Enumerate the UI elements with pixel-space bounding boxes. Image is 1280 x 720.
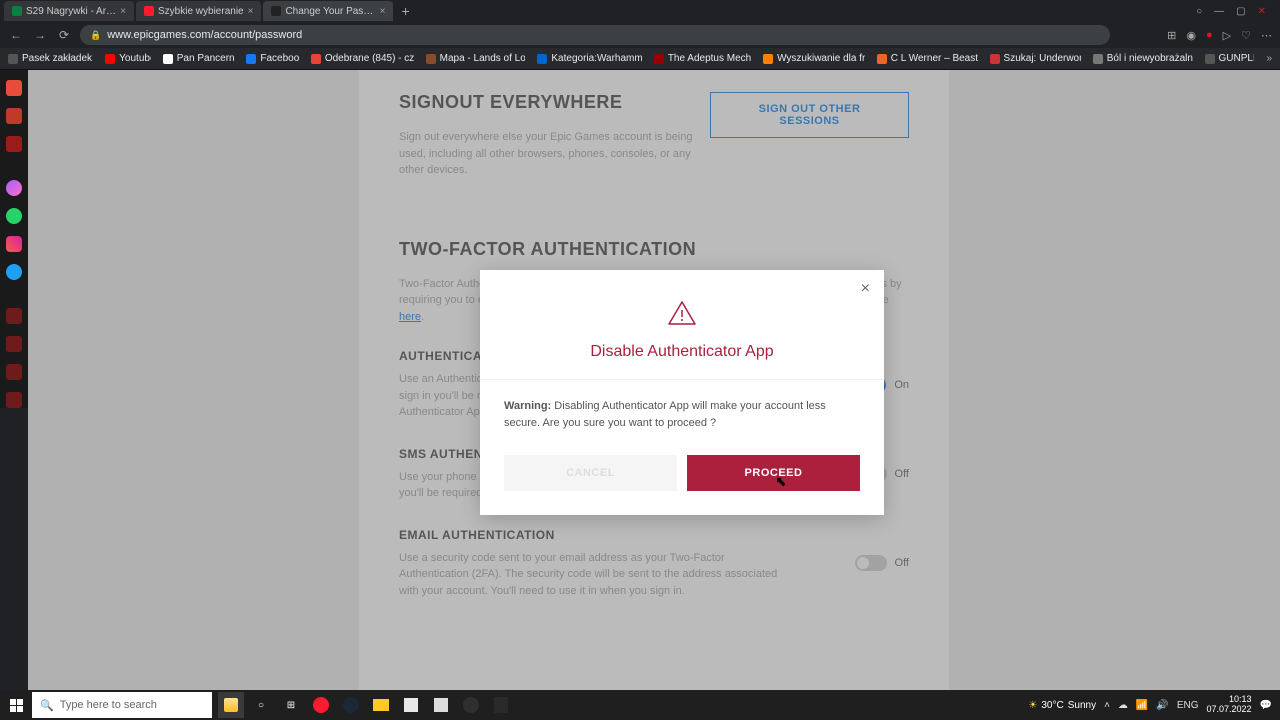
wifi-icon[interactable]: 📶 <box>1136 700 1148 711</box>
disable-authenticator-modal: × Disable Authenticator App Warning: Dis… <box>480 270 884 515</box>
forward-icon[interactable]: → <box>32 28 48 42</box>
tab-title: Change Your Password <box>285 6 375 17</box>
cortana-icon[interactable]: ○ <box>248 692 274 718</box>
reload-icon[interactable]: ⟳ <box>56 28 72 42</box>
bookmarks-bar: Pasek zakładek… Youtube Pan Pancernik Fa… <box>0 48 1280 70</box>
page-viewport: SIGNOUT EVERYWHERE Sign out everywhere e… <box>28 70 1280 690</box>
modal-overlay: × Disable Authenticator App Warning: Dis… <box>28 70 1280 690</box>
bookmark-item[interactable]: C L Werner – Beast… <box>877 53 978 64</box>
bookmark-item[interactable]: Wyszukiwanie dla fr… <box>763 53 865 64</box>
sidebar-icon[interactable] <box>6 392 22 408</box>
lock-icon: 🔒 <box>90 30 101 41</box>
heart-icon[interactable]: ♡ <box>1241 29 1251 42</box>
start-button[interactable] <box>0 690 32 720</box>
back-icon[interactable]: ← <box>8 28 24 42</box>
volume-icon[interactable]: 🔊 <box>1156 700 1168 711</box>
modal-title: Disable Authenticator App <box>500 343 864 361</box>
sidebar-icon[interactable] <box>6 308 22 324</box>
menu-icon[interactable]: ⋯ <box>1261 29 1272 42</box>
bookmark-item[interactable]: The Adeptus Mech… <box>654 53 751 64</box>
instagram-icon[interactable] <box>6 236 22 252</box>
weather-widget[interactable]: ☀30°CSunny <box>1028 700 1096 711</box>
close-icon[interactable]: × <box>120 6 126 17</box>
bookmark-item[interactable]: Ból i niewyobrażaln… <box>1093 53 1193 64</box>
sidebar <box>0 70 28 408</box>
sidebar-icon[interactable] <box>6 136 22 152</box>
bookmarks-overflow-icon[interactable]: » <box>1266 53 1272 64</box>
search-icon[interactable]: ○ <box>1196 6 1202 17</box>
taskbar-app[interactable] <box>398 692 424 718</box>
play-icon[interactable]: ▷ <box>1223 29 1231 42</box>
address-bar: ← → ⟳ 🔒 www.epicgames.com/account/passwo… <box>0 22 1280 48</box>
taskbar-app[interactable] <box>218 692 244 718</box>
browser-tab[interactable]: Change Your Password × <box>263 1 393 21</box>
explorer-icon[interactable] <box>368 692 394 718</box>
tray-chevron-icon[interactable]: ˄ <box>1104 700 1110 711</box>
epic-icon[interactable] <box>488 692 514 718</box>
tab-title: Szybkie wybieranie <box>158 6 244 17</box>
new-tab-button[interactable]: + <box>395 3 415 19</box>
close-window-icon[interactable]: ✕ <box>1258 6 1266 17</box>
sidebar-icon[interactable] <box>6 336 22 352</box>
warning-icon <box>667 300 697 326</box>
bookmark-item[interactable]: Mapa - Lands of Lo… <box>426 53 526 64</box>
twitter-icon[interactable] <box>6 264 22 280</box>
tab-strip: S29 Nagrywki - Arkusze G… × Szybkie wybie… <box>0 0 1280 22</box>
sidebar-icon[interactable] <box>6 108 22 124</box>
sidebar-icon[interactable] <box>6 364 22 380</box>
bookmark-item[interactable]: Facebook <box>246 53 298 64</box>
bookmark-item[interactable]: Kategoria:Warhamm… <box>537 53 641 64</box>
browser-tab[interactable]: S29 Nagrywki - Arkusze G… × <box>4 1 134 21</box>
taskbar-search[interactable]: 🔍 Type here to search <box>32 692 212 718</box>
tab-title: S29 Nagrywki - Arkusze G… <box>26 6 116 17</box>
close-icon[interactable]: × <box>380 6 386 17</box>
close-icon[interactable]: × <box>248 6 254 17</box>
camera-icon[interactable]: ◉ <box>1186 29 1196 42</box>
bookmark-item[interactable]: GUNPLE <box>1205 53 1255 64</box>
cancel-button[interactable]: CANCEL <box>504 455 677 491</box>
taskbar-clock[interactable]: 10:1307.07.2022 <box>1207 695 1252 715</box>
sidebar-icon[interactable] <box>6 80 22 96</box>
maximize-icon[interactable]: ▢ <box>1236 6 1245 17</box>
search-icon: 🔍 <box>40 699 54 712</box>
lang-indicator[interactable]: ENG <box>1177 700 1199 711</box>
url-text: www.epicgames.com/account/password <box>107 29 302 41</box>
taskbar-app[interactable] <box>428 692 454 718</box>
tray-icon[interactable]: ☁ <box>1118 700 1128 711</box>
steam-icon[interactable] <box>338 692 364 718</box>
obs-icon[interactable] <box>458 692 484 718</box>
url-input[interactable]: 🔒 www.epicgames.com/account/password <box>80 25 1110 45</box>
notifications-icon[interactable]: 💬 <box>1260 700 1272 711</box>
record-icon[interactable]: ● <box>1206 29 1213 42</box>
bookmark-item[interactable]: Odebrane (845) - cz… <box>311 53 414 64</box>
proceed-button[interactable]: PROCEED <box>687 455 860 491</box>
bookmark-item[interactable]: Pasek zakładek… <box>8 53 93 64</box>
messenger-icon[interactable] <box>6 180 22 196</box>
modal-body: Warning: Disabling Authenticator App wil… <box>480 380 884 455</box>
bookmark-item[interactable]: Szukaj: Underworld <box>990 53 1081 64</box>
minimize-icon[interactable]: — <box>1214 6 1224 17</box>
browser-tab[interactable]: Szybkie wybieranie × <box>136 1 261 21</box>
opera-icon[interactable] <box>308 692 334 718</box>
task-view-icon[interactable]: ⊞ <box>278 692 304 718</box>
search-placeholder: Type here to search <box>60 699 157 711</box>
extension-icon[interactable]: ⊞ <box>1167 29 1176 42</box>
taskbar: 🔍Type here to search ○ ⊞ ☀30°CSunny ˄ ☁ … <box>0 690 1280 720</box>
bookmark-item[interactable]: Pan Pancernik <box>163 53 235 64</box>
modal-close-button[interactable]: × <box>861 280 870 298</box>
bookmark-item[interactable]: Youtube <box>105 53 151 64</box>
whatsapp-icon[interactable] <box>6 208 22 224</box>
